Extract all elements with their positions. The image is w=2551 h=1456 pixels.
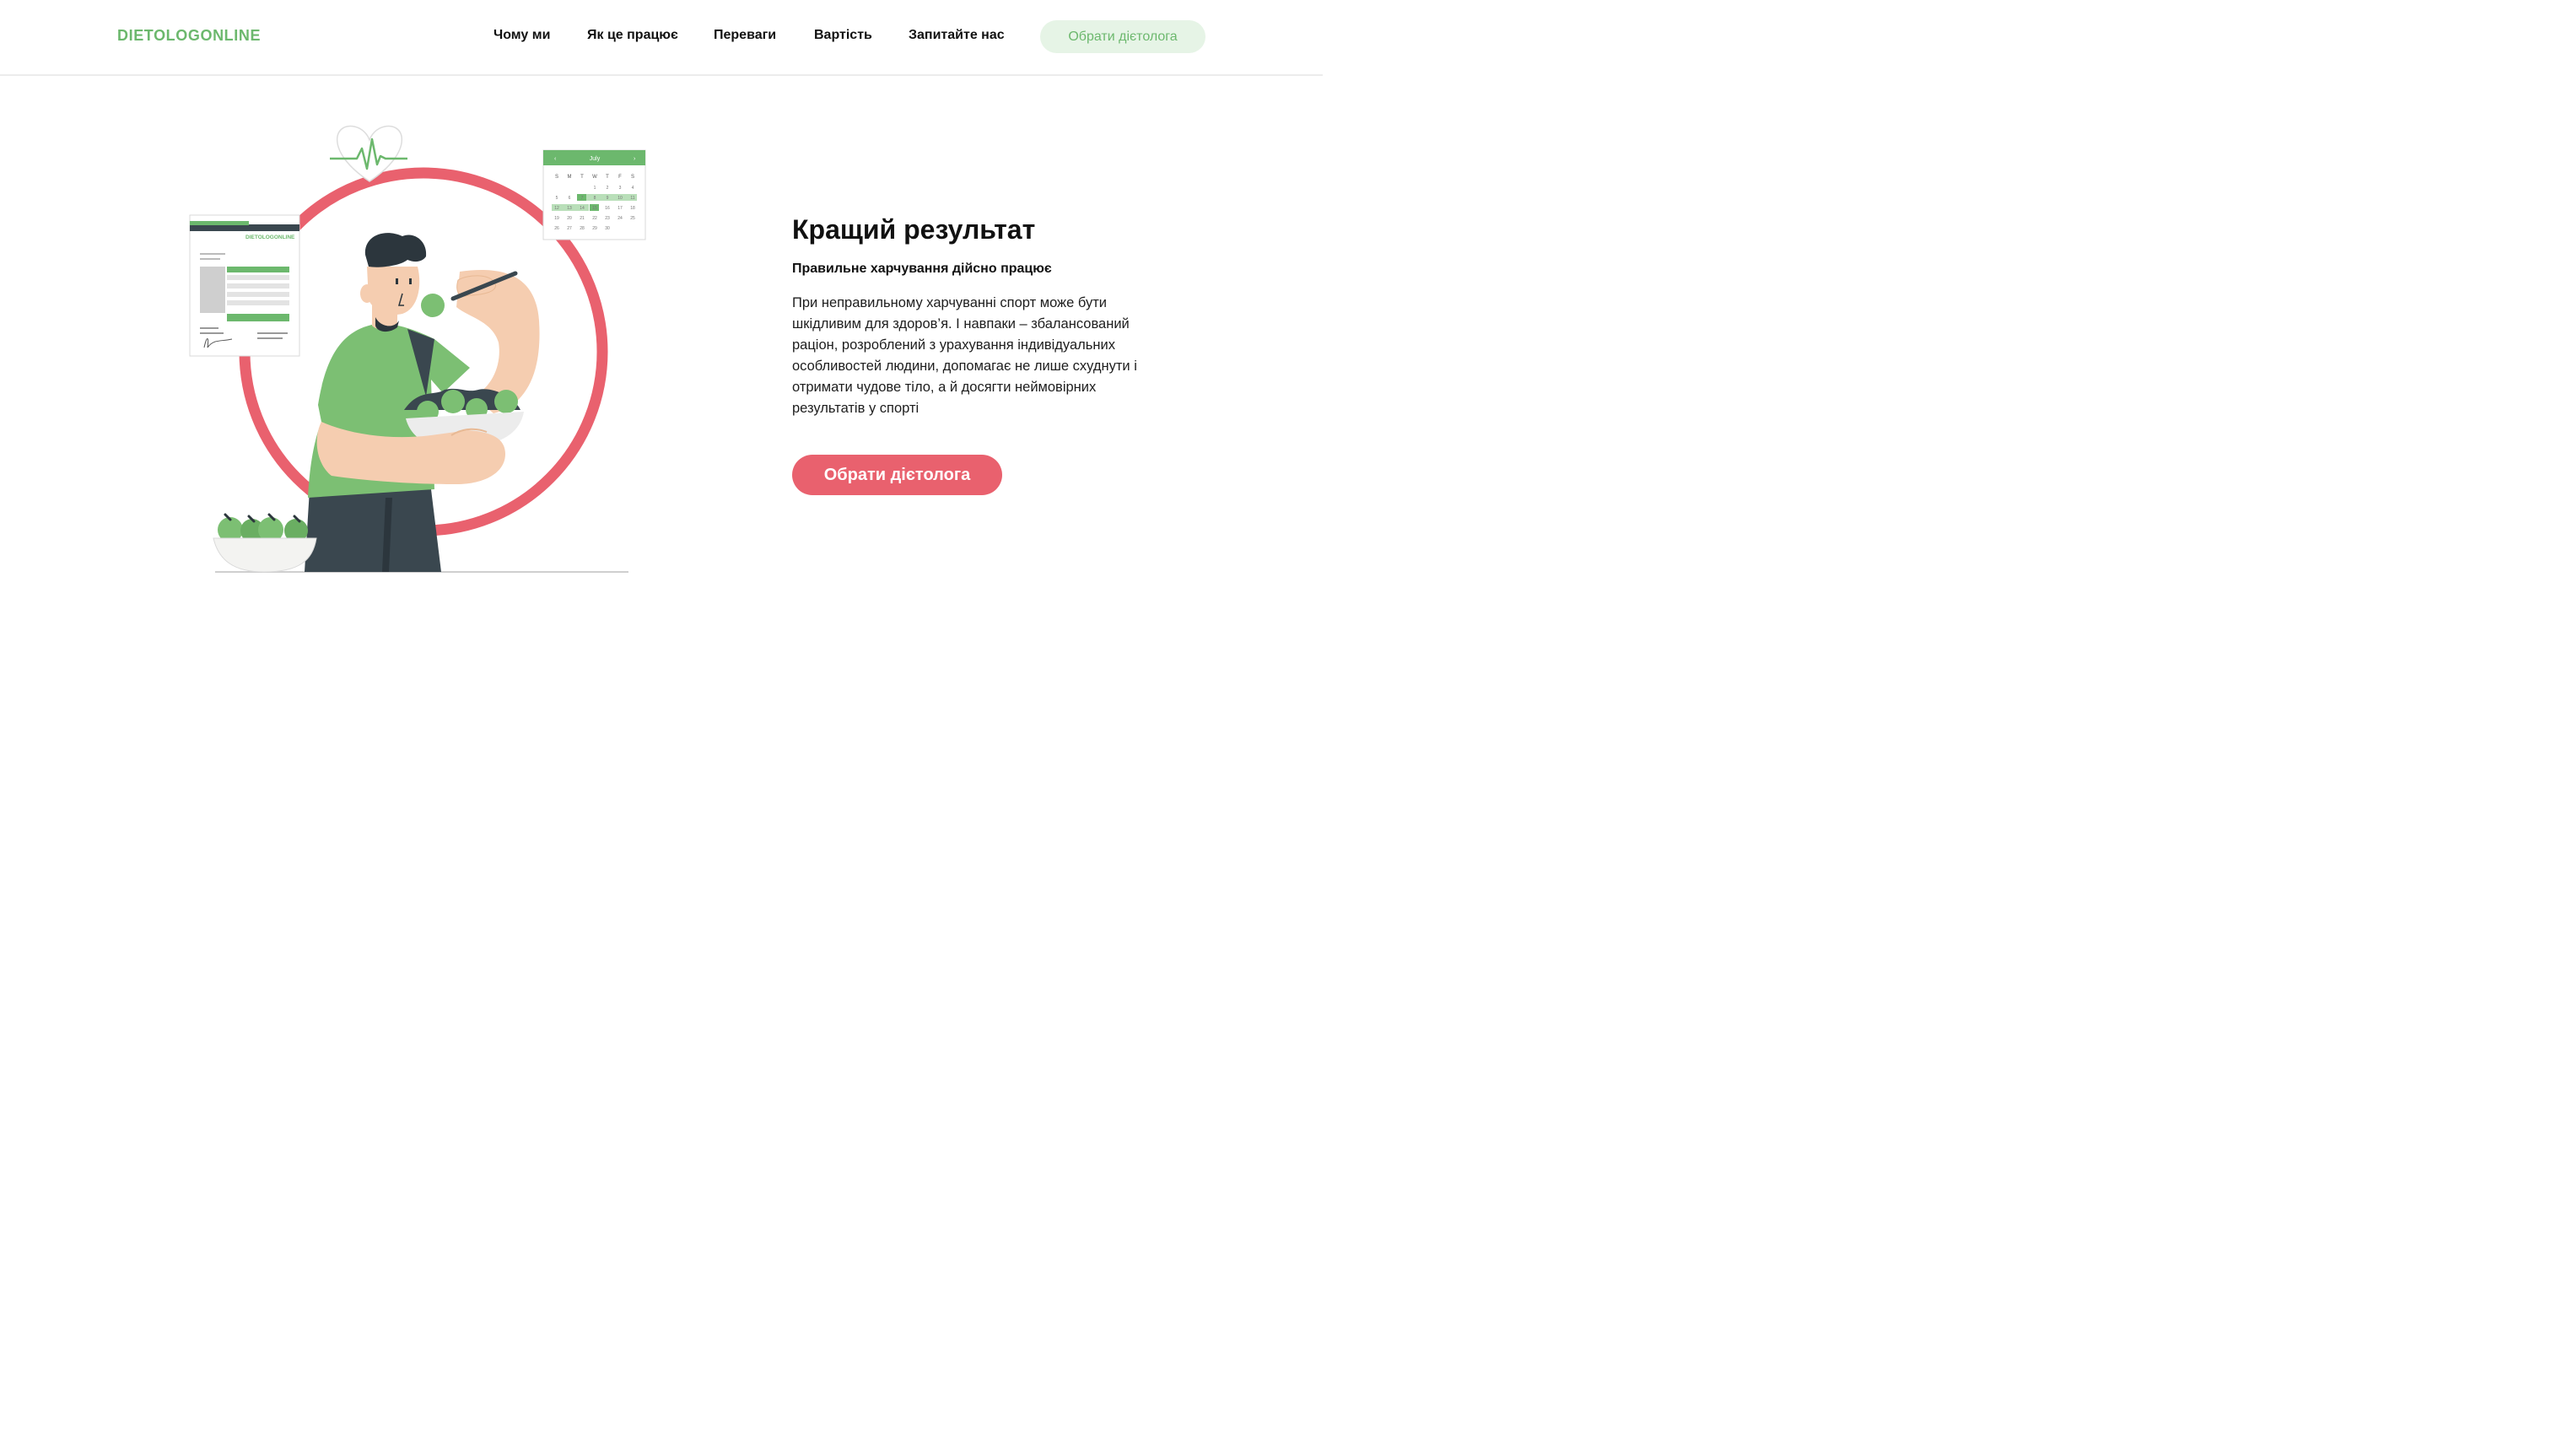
calendar-day-label: S — [631, 175, 634, 180]
hero-title: Кращий результат — [792, 214, 1036, 245]
calendar-date: 18 — [630, 206, 635, 211]
calendar-date: 5 — [556, 196, 558, 201]
calendar-date: 12 — [554, 206, 559, 211]
calendar-date: 3 — [619, 186, 622, 191]
calendar-date: 17 — [618, 206, 623, 211]
nav-link-pricing[interactable]: Вартість — [814, 28, 872, 43]
calendar-date: 23 — [605, 216, 610, 221]
calendar-month-label: July — [590, 156, 601, 162]
calendar-day-label: W — [592, 175, 597, 180]
calendar-day-label: M — [568, 175, 572, 180]
nav-link-why-us[interactable]: Чому ми — [493, 28, 550, 43]
calendar-date: 14 — [580, 206, 585, 211]
hero-subtitle: Правильне харчування дійсно працює — [792, 262, 1052, 276]
nav-link-ask-us[interactable]: Запитайте нас — [909, 28, 1005, 43]
calendar-date: 9 — [607, 196, 609, 201]
nav-link-advantages[interactable]: Переваги — [714, 28, 776, 43]
calendar-date: 22 — [592, 216, 597, 221]
nav-link-how-it-works[interactable]: Як це працює — [587, 28, 678, 43]
site-logo[interactable]: DIETOLOGONLINE — [117, 27, 261, 45]
calendar-date: 6 — [569, 196, 571, 201]
hero-illustration: DIETOLOGONLINE July ‹ › SMTWTFS 1 2 3 45 6 7 8… — [189, 125, 646, 573]
calendar-date: 30 — [605, 226, 610, 231]
calendar-date: 11 — [630, 196, 634, 201]
calendar-day-label: F — [618, 175, 622, 180]
calendar-date: 15 — [592, 206, 597, 211]
calendar-date: 26 — [554, 226, 559, 231]
calendar-date: 7 — [581, 196, 584, 201]
hero-description: При неправильному харчуванні спорт може … — [792, 295, 1137, 416]
document-icon: DIETOLOGONLINE — [189, 214, 300, 357]
calendar-day-label: T — [580, 175, 584, 180]
calendar-date: 13 — [567, 206, 572, 211]
calendar-date: 29 — [592, 226, 597, 231]
calendar-date: 1 — [594, 186, 596, 191]
calendar-date: 10 — [618, 196, 623, 201]
document-logo-text: DIETOLOGONLINE — [245, 235, 295, 240]
calendar-icon: July ‹ › SMTWTFS 1 2 3 45 6 7 8 9 10 1112 13 14 15 16… — [542, 149, 646, 240]
top-navigation-bar: DIETOLOGONLINE Чому ми Як це працює Пере… — [0, 0, 1323, 76]
calendar-date: 19 — [554, 216, 559, 221]
calendar-date: 16 — [605, 206, 610, 211]
calendar-date: 8 — [594, 196, 596, 201]
calendar-date: 4 — [632, 186, 634, 191]
choose-dietitian-header-button[interactable]: Обрати дієтолога — [1040, 20, 1205, 53]
calendar-date: 21 — [580, 216, 585, 221]
calendar-date: 2 — [607, 186, 609, 191]
calendar-date: 27 — [567, 226, 572, 231]
calendar-day-label: S — [555, 175, 558, 180]
calendar-date: 24 — [618, 216, 623, 221]
calendar-date: 25 — [630, 216, 635, 221]
calendar-date: 28 — [580, 226, 585, 231]
calendar-day-label: T — [606, 175, 609, 180]
apple-bowl-icon — [213, 513, 317, 573]
choose-dietitian-hero-button[interactable]: Обрати дієтолога — [792, 455, 1002, 495]
calendar-date: 20 — [567, 216, 572, 221]
man-eating-figure — [305, 233, 540, 572]
